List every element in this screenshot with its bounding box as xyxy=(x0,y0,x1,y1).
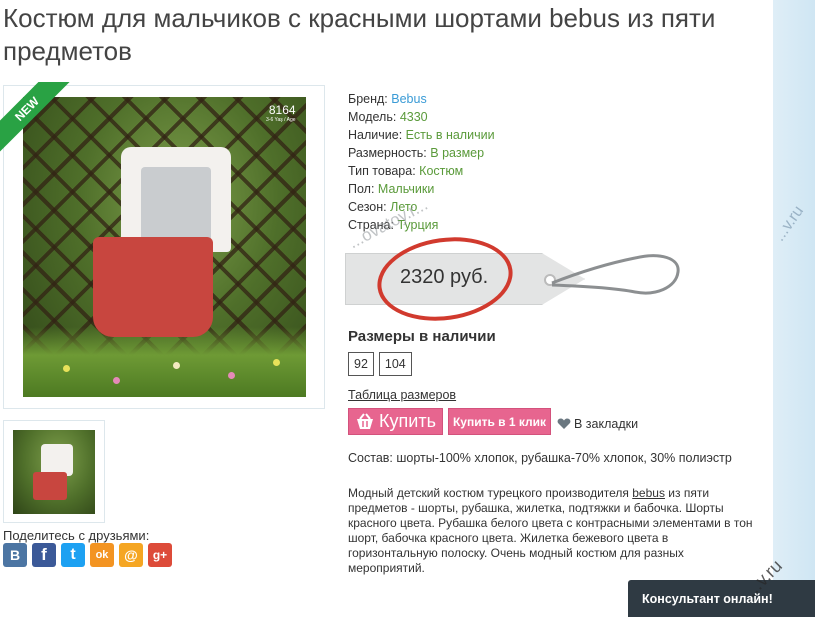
buy-button[interactable]: Купить xyxy=(348,408,443,435)
attribute-value: Есть в наличии xyxy=(405,128,495,142)
odnoklassniki-icon[interactable]: ok xyxy=(90,543,114,567)
attribute-value: Костюм xyxy=(419,164,464,178)
attribute-label: Бренд: xyxy=(348,92,388,106)
attribute-label: Наличие: xyxy=(348,128,403,142)
thumbnail-frame[interactable] xyxy=(3,420,105,523)
bookmark-label: В закладки xyxy=(574,417,639,431)
flower-decoration xyxy=(273,359,280,366)
size-table-link[interactable]: Таблица размеров xyxy=(348,388,456,402)
mailru-icon[interactable]: @ xyxy=(119,543,143,567)
new-badge: NEW xyxy=(0,82,70,152)
photo-age: 3-6 Yaş / Age xyxy=(266,117,296,123)
attribute-model: Модель: 4330 xyxy=(348,108,495,126)
online-consultant-button[interactable]: Консультант онлайн! xyxy=(628,580,815,617)
attribute-sizing: Размерность: В размер xyxy=(348,144,495,162)
photo-code: 8164 xyxy=(268,103,296,117)
meadow-background xyxy=(23,327,306,397)
attribute-value: Мальчики xyxy=(377,182,435,196)
bookmark-link[interactable]: В закладки xyxy=(557,417,638,431)
attribute-label: Размерность: xyxy=(348,146,427,160)
new-badge-label: NEW xyxy=(0,82,70,152)
flower-decoration xyxy=(173,362,180,369)
thumbnail-image[interactable] xyxy=(13,430,95,514)
size-options: 92 104 xyxy=(348,352,412,376)
attribute-label: Сезон: xyxy=(348,200,387,214)
attribute-label: Пол: xyxy=(348,182,375,196)
twitter-icon[interactable]: t xyxy=(61,543,85,567)
photo-code-label: 8164 3-6 Yaş / Age xyxy=(266,103,296,123)
share-buttons: B f t ok @ g+ xyxy=(3,543,172,567)
brand-link[interactable]: Bebus xyxy=(391,92,426,106)
attribute-brand: Бренд: Bebus xyxy=(348,90,495,108)
shorts-shape xyxy=(93,237,213,337)
product-description: Модный детский костюм турецкого производ… xyxy=(348,486,758,576)
sizes-title: Размеры в наличии xyxy=(348,328,496,345)
attribute-value: В размер xyxy=(430,146,485,160)
attribute-value: 4330 xyxy=(399,110,428,124)
flower-decoration xyxy=(228,372,235,379)
size-option-104[interactable]: 104 xyxy=(378,352,412,376)
vk-icon[interactable]: B xyxy=(3,543,27,567)
attribute-availability: Наличие: Есть в наличии xyxy=(348,126,495,144)
composition: Состав: шорты-100% хлопок, рубашка-70% х… xyxy=(348,451,732,465)
heart-icon xyxy=(557,418,571,429)
price-tag-string xyxy=(551,254,680,295)
buy-one-click-button[interactable]: Купить в 1 клик xyxy=(448,408,551,435)
description-brand-link[interactable]: bebus xyxy=(632,486,665,500)
attribute-type: Тип товара: Костюм xyxy=(348,162,495,180)
right-background-strip xyxy=(773,0,815,617)
product-title: Костюм для мальчиков с красными шортами … xyxy=(3,3,716,66)
googleplus-icon[interactable]: g+ xyxy=(148,543,172,567)
size-option-92[interactable]: 92 xyxy=(348,352,374,376)
facebook-icon[interactable]: f xyxy=(32,543,56,567)
buy-button-label: Купить xyxy=(379,411,436,431)
basket-icon xyxy=(357,412,374,429)
attribute-label: Тип товара: xyxy=(348,164,416,178)
description-text: Модный детский костюм турецкого производ… xyxy=(348,486,633,500)
flower-decoration xyxy=(113,377,120,384)
flower-decoration xyxy=(63,365,70,372)
thumbnail-shorts xyxy=(33,472,67,500)
attribute-label: Модель: xyxy=(348,110,397,124)
share-title: Поделитесь с друзьями: xyxy=(3,528,150,543)
